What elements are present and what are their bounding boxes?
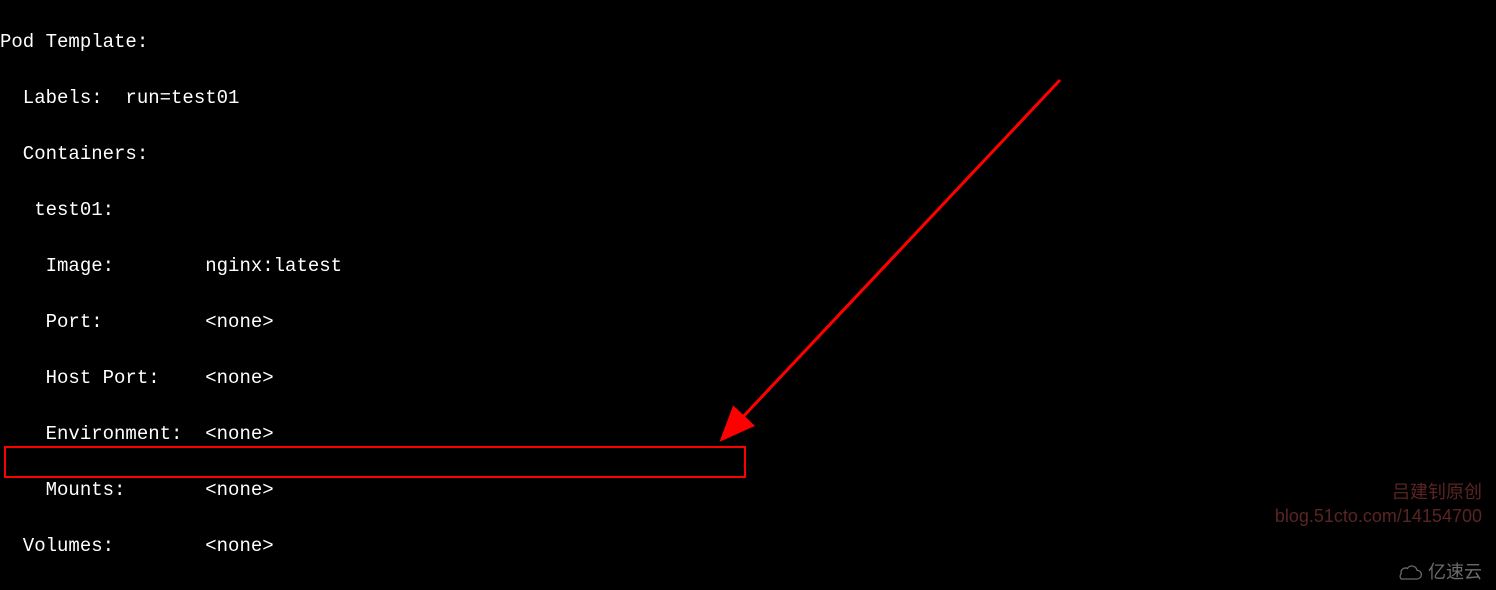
containers-line: Containers: (0, 140, 1496, 168)
labels-line: Labels: run=test01 (0, 84, 1496, 112)
mounts-line: Mounts: <none> (0, 476, 1496, 504)
container-name-line: test01: (0, 196, 1496, 224)
pod-template-header: Pod Template: (0, 28, 1496, 56)
terminal-output: Pod Template: Labels: run=test01 Contain… (0, 0, 1496, 590)
host-port-line: Host Port: <none> (0, 364, 1496, 392)
volumes-line: Volumes: <none> (0, 532, 1496, 560)
image-line: Image: nginx:latest (0, 252, 1496, 280)
environment-line: Environment: <none> (0, 420, 1496, 448)
port-line: Port: <none> (0, 308, 1496, 336)
